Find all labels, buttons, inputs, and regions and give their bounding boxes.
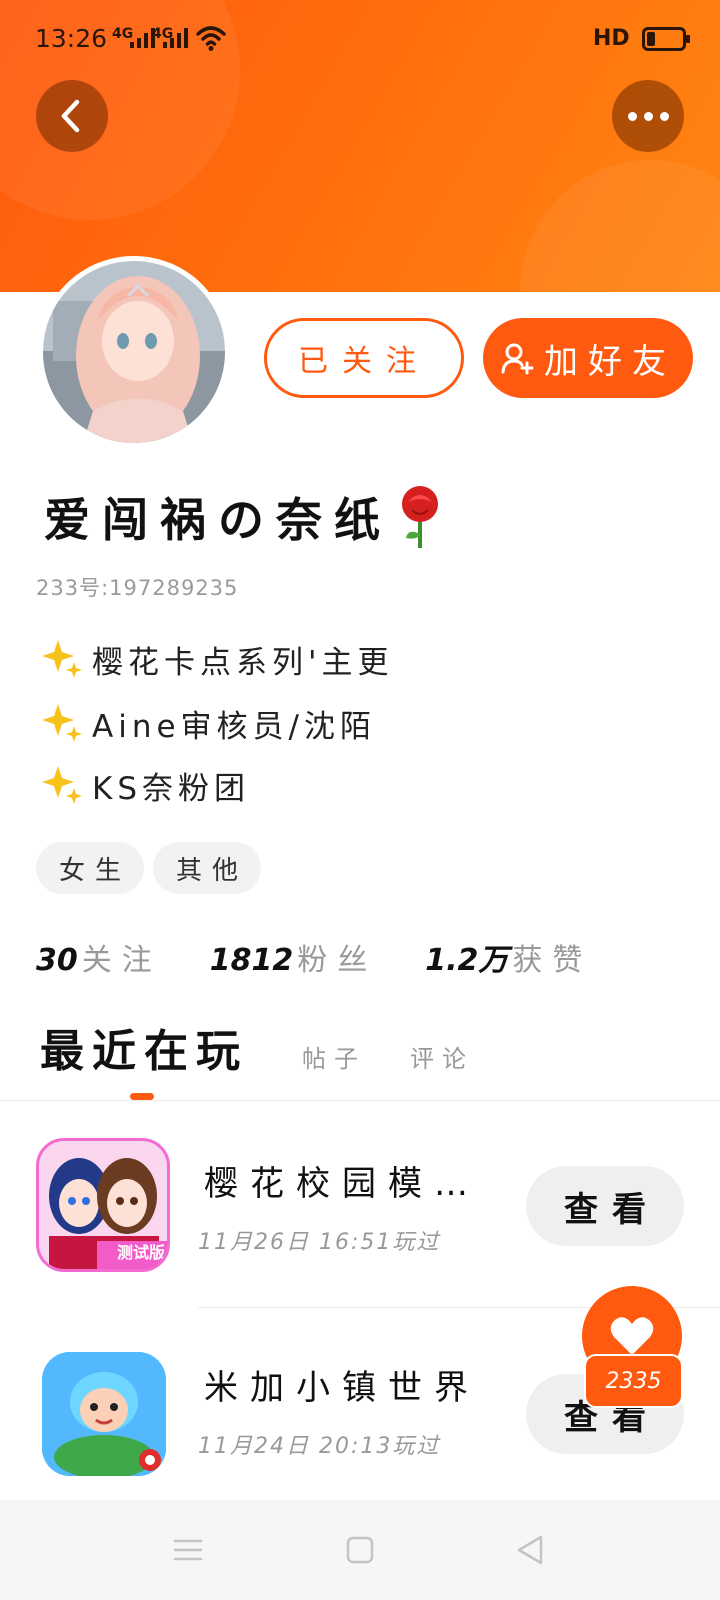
profile-tabs: 最近在玩 帖子 评论: [40, 1015, 700, 1105]
avatar[interactable]: [38, 256, 230, 448]
game-played-time: 11月24日 20:13玩过: [198, 1434, 441, 1459]
bio-line: 樱花卡点系列'主更: [40, 636, 394, 682]
rose-icon: [402, 486, 438, 548]
sparkle-icon: [42, 704, 82, 742]
add-friend-button[interactable]: 加好友: [483, 318, 693, 398]
add-friend-label: 加好友: [544, 341, 676, 382]
avatar-image: [43, 261, 225, 443]
game-icon: [42, 1352, 166, 1476]
tab-posts[interactable]: 帖子: [302, 1039, 366, 1074]
heart-icon: [610, 1317, 654, 1355]
bio-text: Aine审核员/沈陌: [92, 708, 376, 745]
username-text: 爱闯祸の奈纸: [44, 493, 392, 547]
status-time: 13:26: [35, 24, 108, 53]
profile-stats: 30 关注 1812 粉丝 1.2万 获赞: [36, 935, 592, 979]
signal-icon: [163, 28, 188, 48]
bio-line: KS奈粉团: [40, 762, 250, 808]
likes-count: 1.2万: [425, 943, 509, 978]
list-item[interactable]: 测试版 樱花校园模… 11月26日 16:51玩过 查看: [0, 1120, 720, 1300]
back-arrow-icon: [61, 99, 80, 133]
back-button[interactable]: [36, 80, 108, 152]
following-count: 30: [36, 943, 78, 978]
menu-icon[interactable]: [168, 1530, 208, 1570]
tag-other: 其他: [153, 842, 261, 894]
likes-label: 获赞: [512, 943, 593, 978]
game-badge: 测试版: [116, 1243, 165, 1262]
wifi-icon: [196, 26, 226, 51]
sparkle-icon: [42, 640, 82, 678]
game-icon: 测试版: [36, 1138, 170, 1272]
bio-text: KS奈粉团: [92, 770, 251, 807]
stat-likes: 1.2万 获赞: [425, 935, 592, 979]
status-bar: 13:26 4G 4G HD: [0, 18, 720, 62]
game-played-time: 11月26日 16:51玩过: [198, 1230, 441, 1255]
divider: [0, 1100, 720, 1101]
tab-comments[interactable]: 评论: [410, 1039, 474, 1074]
tab-indicator: [130, 1093, 154, 1100]
username: 爱闯祸の奈纸: [44, 484, 442, 550]
more-button[interactable]: [612, 80, 684, 152]
fans-count: 1812: [209, 943, 294, 978]
follow-button[interactable]: 已关注: [264, 318, 464, 398]
following-label: 关注: [81, 943, 162, 978]
battery-icon: [642, 27, 690, 51]
game-title: 樱花校园模…: [204, 1164, 480, 1204]
fans-label: 粉丝: [297, 943, 378, 978]
hd-indicator: HD: [593, 26, 630, 51]
system-nav-bar: [0, 1500, 720, 1600]
view-button[interactable]: 查看: [526, 1166, 684, 1246]
bio-text: 樱花卡点系列'主更: [92, 644, 394, 681]
add-person-icon: [501, 343, 534, 375]
tag-gender: 女生: [36, 842, 144, 894]
more-dots-icon: [627, 111, 669, 121]
game-title: 米加小镇世界: [204, 1368, 480, 1408]
stat-following[interactable]: 30 关注: [36, 935, 162, 979]
back-triangle-icon[interactable]: [510, 1530, 550, 1570]
home-square-icon[interactable]: [340, 1530, 380, 1570]
tab-recently-played[interactable]: 最近在玩: [40, 1015, 248, 1079]
profile-header-banner: 13:26 4G 4G HD: [0, 0, 720, 292]
user-id: 233号:197289235: [36, 576, 239, 600]
like-count-badge: 2335: [584, 1354, 683, 1408]
bio-line: Aine审核员/沈陌: [40, 700, 376, 746]
sparkle-icon: [42, 766, 82, 804]
stat-fans[interactable]: 1812 粉丝: [210, 935, 378, 979]
